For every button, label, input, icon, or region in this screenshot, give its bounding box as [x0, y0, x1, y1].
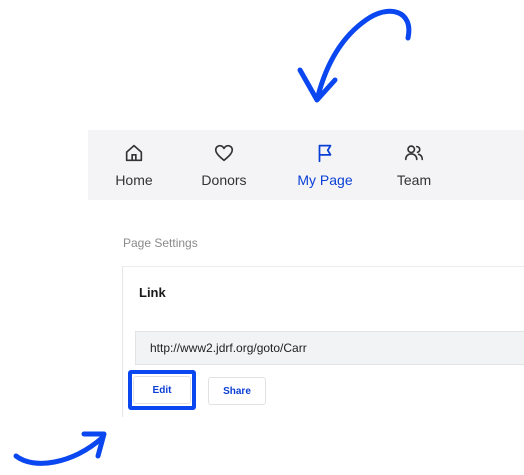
heart-icon — [214, 144, 234, 162]
tab-team-label: Team — [396, 172, 432, 188]
users-icon — [404, 145, 424, 161]
tab-my-page[interactable]: My Page — [284, 130, 366, 200]
share-button[interactable]: Share — [208, 377, 266, 405]
tab-home-label: Home — [115, 172, 153, 188]
tab-team[interactable]: Team — [386, 130, 442, 200]
tab-home[interactable]: Home — [102, 130, 166, 200]
annotation-arrow-bottom — [13, 431, 107, 466]
flag-icon — [318, 144, 332, 163]
tab-donors[interactable]: Donors — [182, 130, 266, 200]
home-icon — [125, 144, 143, 162]
annotation-arrow-top — [297, 8, 412, 103]
edit-button[interactable]: Edit — [133, 376, 191, 404]
bottom-tab-bar: Home Donors My Page Team — [88, 130, 524, 200]
tab-my-page-label: My Page — [297, 172, 353, 188]
page-settings-heading: Page Settings — [123, 236, 198, 250]
page-link-field[interactable]: http://www2.jdrf.org/goto/Carr — [135, 331, 524, 365]
tab-donors-label: Donors — [201, 172, 247, 188]
link-card-title: Link — [139, 285, 166, 300]
